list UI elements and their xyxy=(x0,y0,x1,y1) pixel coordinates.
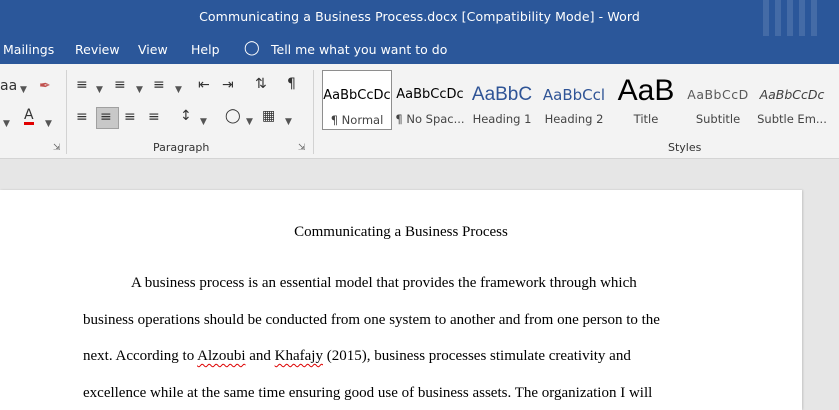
document-title: Communicating a Business Process xyxy=(294,224,508,240)
paragraph-group-label: Paragraph xyxy=(153,141,210,154)
bullets-icon[interactable]: ≡ xyxy=(76,77,88,93)
sort-icon[interactable]: ⇅ xyxy=(255,76,267,92)
document-line: A business process is an essential model… xyxy=(131,275,637,291)
shading-icon[interactable]: ◯ xyxy=(225,108,241,124)
justify-icon[interactable]: ≡ xyxy=(148,109,160,125)
style-preview: AaBbCcD xyxy=(687,87,749,102)
paragraph-dialog-launcher-icon[interactable]: ⇲ xyxy=(298,143,306,153)
chevron-down-icon[interactable]: ▼ xyxy=(3,116,10,132)
chevron-down-icon[interactable]: ▼ xyxy=(136,82,143,98)
lightbulb-icon[interactable]: ◯ xyxy=(244,40,260,56)
style-name: ¶ Normal xyxy=(330,113,384,127)
borders-icon[interactable]: ▦ xyxy=(262,108,275,124)
spelling-error-word[interactable]: Khafajy xyxy=(275,348,323,364)
align-right-icon[interactable]: ≡ xyxy=(124,109,136,125)
style-heading-1[interactable]: AaBbC Heading 1 xyxy=(467,70,537,130)
decrease-indent-icon[interactable]: ⇤ xyxy=(198,77,210,93)
style-heading-2[interactable]: AaBbCcl Heading 2 xyxy=(539,70,609,130)
window-title: Communicating a Business Process.docx [C… xyxy=(199,9,640,24)
group-separator xyxy=(313,70,314,154)
align-left-icon[interactable]: ≡ xyxy=(76,109,88,125)
document-page[interactable] xyxy=(0,190,802,410)
font-dialog-launcher-icon[interactable]: ⇲ xyxy=(53,143,61,153)
ribbon-tabs: Mailings Review View Help ◯ Tell me what… xyxy=(0,36,839,64)
style-name: Heading 1 xyxy=(472,112,532,126)
style-preview: AaBbCcl xyxy=(542,86,606,104)
tab-help[interactable]: Help xyxy=(191,42,220,57)
style-name: Subtle Em... xyxy=(757,112,827,126)
style-title[interactable]: AaB Title xyxy=(611,70,681,130)
tab-review[interactable]: Review xyxy=(75,42,120,57)
style-subtitle[interactable]: AaBbCcD Subtitle xyxy=(683,70,753,130)
pilcrow-icon[interactable]: ¶ xyxy=(287,76,296,92)
chevron-down-icon[interactable]: ▼ xyxy=(20,82,27,98)
style-name: ¶ No Spac... xyxy=(395,112,465,126)
numbering-icon[interactable]: ≡ xyxy=(114,77,126,93)
title-bar-decoration xyxy=(761,0,831,36)
align-center-icon: ≡ xyxy=(100,109,112,125)
styles-group-label: Styles xyxy=(668,141,702,154)
document-line: business operations should be conducted … xyxy=(83,312,660,328)
document-line: excellence while at the same time ensuri… xyxy=(83,385,653,401)
style-preview: AaBbCcDc xyxy=(759,87,825,102)
style-subtle-emphasis[interactable]: AaBbCcDc Subtle Em... xyxy=(755,70,829,130)
ribbon: aa ▼ ✒ ▼ A ▼ ⇲ ≡ ▼ ≡ ▼ ≡ ▼ ⇤ ⇥ ⇅ ¶ ≡ ≡ ≡… xyxy=(0,64,839,159)
tab-mailings[interactable]: Mailings xyxy=(3,42,54,57)
font-color-icon[interactable]: A xyxy=(24,108,34,125)
tell-me-box[interactable]: Tell me what you want to do xyxy=(271,42,447,57)
clear-formatting-icon[interactable]: ✒ xyxy=(39,78,51,94)
document-line: next. According to Alzoubi and Khafajy (… xyxy=(83,348,631,365)
multilevel-list-icon[interactable]: ≡ xyxy=(153,77,165,93)
style-normal[interactable]: AaBbCcDc ¶ Normal xyxy=(322,70,392,130)
style-preview: AaBbCcDc xyxy=(396,87,464,102)
text-run: next. According to xyxy=(83,348,198,364)
text-run: and xyxy=(245,348,275,364)
chevron-down-icon[interactable]: ▼ xyxy=(246,114,253,130)
style-preview: AaBbCcDc xyxy=(323,88,391,103)
chevron-down-icon[interactable]: ▼ xyxy=(45,116,52,132)
title-bar: Communicating a Business Process.docx [C… xyxy=(0,0,839,36)
chevron-down-icon[interactable]: ▼ xyxy=(96,82,103,98)
chevron-down-icon[interactable]: ▼ xyxy=(285,114,292,130)
spelling-error-word[interactable]: Alzoubi xyxy=(197,348,245,364)
style-preview: AaBbC xyxy=(471,84,533,105)
style-no-spacing[interactable]: AaBbCcDc ¶ No Spac... xyxy=(395,70,465,130)
chevron-down-icon[interactable]: ▼ xyxy=(175,82,182,98)
chevron-down-icon[interactable]: ▼ xyxy=(200,114,207,130)
style-name: Title xyxy=(633,112,659,126)
line-spacing-icon[interactable]: ↕ xyxy=(180,108,192,124)
font-size-text[interactable]: aa xyxy=(0,78,17,94)
style-name: Heading 2 xyxy=(544,112,604,126)
text-run: (2015), business processes stimulate cre… xyxy=(322,348,631,364)
tab-view[interactable]: View xyxy=(138,42,168,57)
style-name: Subtitle xyxy=(695,112,741,126)
increase-indent-icon[interactable]: ⇥ xyxy=(222,77,234,93)
style-preview: AaB xyxy=(617,74,675,107)
group-separator xyxy=(66,70,67,154)
